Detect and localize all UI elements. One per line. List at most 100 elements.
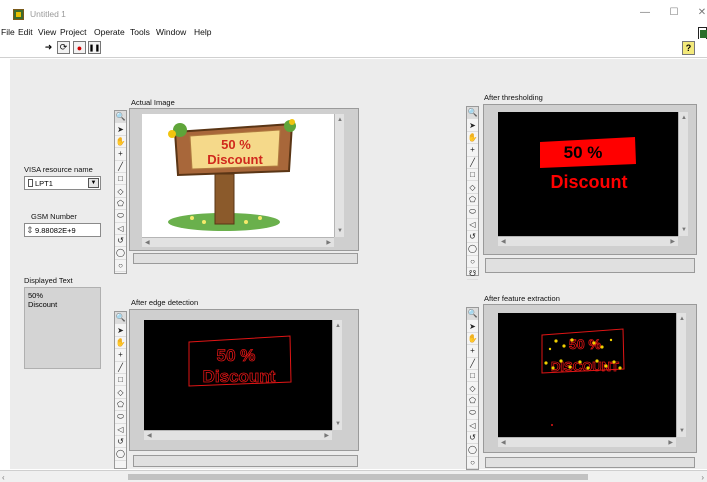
oval-tool-icon[interactable]: ◯: [115, 448, 126, 461]
crosshair-tool-icon[interactable]: +: [467, 345, 478, 358]
gsm-number-control[interactable]: ⇕ 9.88082E+9: [24, 223, 101, 237]
zoom-tool-icon[interactable]: 🔍: [467, 107, 478, 120]
circle-tool-icon[interactable]: ○: [467, 256, 478, 269]
vertical-scrollbar[interactable]: ▲ ▼: [676, 313, 686, 437]
io-icon: [28, 179, 33, 187]
image-tools-palette: 🔍 ➤ ✋ + ╱ □ ◇ ⬠ ⬭ ◁ ↺ ◯ ○ ☋: [466, 106, 479, 281]
horizontal-scrollbar[interactable]: ◀ ▶: [498, 236, 678, 246]
freehand-tool-icon[interactable]: ↺: [467, 432, 478, 445]
horizontal-scrollbar[interactable]: ◀ ▶: [498, 437, 676, 447]
zoom-tool-icon[interactable]: 🔍: [467, 308, 478, 321]
svg-text:Discount: Discount: [207, 152, 263, 167]
broken-line-tool-icon[interactable]: ◁: [115, 424, 126, 436]
menu-window[interactable]: Window: [156, 27, 186, 37]
pointer-tool-icon[interactable]: ➤: [467, 320, 478, 333]
menu-help[interactable]: Help: [194, 27, 211, 37]
broken-line-tool-icon[interactable]: ◁: [467, 219, 478, 231]
edge-image-frame: 50 % Discount ▲ ▼ ◀ ▶: [129, 309, 359, 451]
rectangle-tool-icon[interactable]: □: [467, 370, 478, 383]
line-tool-icon[interactable]: ╱: [467, 157, 478, 169]
horizontal-scrollbar[interactable]: ◀ ▶: [142, 237, 334, 247]
run-continuously-button[interactable]: ⟳: [57, 41, 70, 54]
pointer-tool-icon[interactable]: ➤: [115, 324, 126, 337]
polygon-tool-icon[interactable]: ⬠: [115, 399, 126, 412]
crosshair-tool-icon[interactable]: +: [467, 144, 478, 157]
oval-tool-icon[interactable]: ◯: [467, 444, 478, 457]
maximize-button[interactable]: ☐: [667, 6, 681, 20]
image-status-bar: [485, 457, 695, 468]
gsm-value: 9.88082E+9: [35, 226, 76, 235]
broken-line-tool-icon[interactable]: ◁: [467, 420, 478, 432]
rectangle-tool-icon[interactable]: □: [115, 374, 126, 387]
crosshair-tool-icon[interactable]: +: [115, 349, 126, 362]
menu-tools[interactable]: Tools: [130, 27, 150, 37]
circle-tool-icon[interactable]: ○: [467, 457, 478, 470]
pointer-tool-icon[interactable]: ➤: [467, 119, 478, 132]
line-tool-icon[interactable]: ╱: [115, 161, 126, 173]
feature-image-display[interactable]: 50 % DISCOUNT: [498, 313, 676, 437]
pan-tool-icon[interactable]: ✋: [467, 333, 478, 346]
pause-button[interactable]: ❚❚: [88, 41, 101, 54]
menu-edit[interactable]: Edit: [18, 27, 33, 37]
point-tool-icon[interactable]: ☋: [467, 268, 478, 281]
feature-image-frame: 50 % DISCOUNT ▲ ▼ ◀ ▶: [483, 304, 697, 453]
line-tool-icon[interactable]: ╱: [115, 362, 126, 374]
crosshair-tool-icon[interactable]: +: [115, 148, 126, 161]
polygon-tool-icon[interactable]: ⬠: [467, 395, 478, 408]
line-tool-icon[interactable]: ╱: [467, 358, 478, 370]
broken-line-tool-icon[interactable]: ◁: [115, 223, 126, 235]
rectangle-tool-icon[interactable]: □: [467, 169, 478, 182]
horizontal-scrollbar[interactable]: ◀ ▶: [144, 430, 332, 440]
menu-file[interactable]: File: [1, 27, 15, 37]
increment-decrement-icon[interactable]: ⇕: [26, 225, 34, 236]
rotated-rectangle-tool-icon[interactable]: ◇: [467, 181, 478, 194]
rotated-rectangle-tool-icon[interactable]: ◇: [467, 382, 478, 395]
actual-image-display[interactable]: 50 % Discount: [142, 114, 334, 237]
displayed-text-line: Discount: [28, 300, 58, 309]
pan-tool-icon[interactable]: ✋: [115, 136, 126, 149]
vertical-scrollbar[interactable]: ▲ ▼: [334, 114, 344, 237]
pan-tool-icon[interactable]: ✋: [467, 132, 478, 145]
rotated-rectangle-tool-icon[interactable]: ◇: [115, 185, 126, 198]
annulus-tool-icon[interactable]: ⬭: [115, 210, 126, 223]
zoom-tool-icon[interactable]: 🔍: [115, 312, 126, 325]
run-button[interactable]: ➜: [42, 41, 55, 54]
threshold-image-frame: 50 % Discount ▲ ▼ ◀ ▶: [483, 104, 697, 255]
displayed-text-indicator: 50% Discount: [24, 287, 101, 369]
context-help-button[interactable]: ?: [682, 41, 695, 55]
threshold-image-display[interactable]: 50 % Discount: [498, 112, 678, 236]
menu-operate[interactable]: Operate: [94, 27, 125, 37]
annulus-tool-icon[interactable]: ⬭: [467, 407, 478, 420]
freehand-tool-icon[interactable]: ↺: [467, 231, 478, 244]
menu-view[interactable]: View: [38, 27, 56, 37]
rectangle-tool-icon[interactable]: □: [115, 173, 126, 186]
rotated-rectangle-tool-icon[interactable]: ◇: [115, 386, 126, 399]
oval-tool-icon[interactable]: ◯: [467, 243, 478, 256]
annulus-tool-icon[interactable]: ⬭: [467, 206, 478, 219]
visa-resource-control[interactable]: LPT1 ▼: [24, 176, 101, 190]
vertical-scrollbar[interactable]: ▲ ▼: [678, 112, 688, 236]
annulus-tool-icon[interactable]: ⬭: [115, 411, 126, 424]
freehand-tool-icon[interactable]: ↺: [115, 436, 126, 449]
edge-detection-label: After edge detection: [131, 298, 199, 307]
polygon-tool-icon[interactable]: ⬠: [467, 194, 478, 207]
pointer-tool-icon[interactable]: ➤: [115, 123, 126, 136]
menu-project[interactable]: Project: [60, 27, 86, 37]
displayed-text-line: 50%: [28, 291, 44, 300]
vertical-scrollbar[interactable]: ▲ ▼: [332, 320, 342, 430]
edge-image-display[interactable]: 50 % Discount: [144, 320, 332, 430]
polygon-tool-icon[interactable]: ⬠: [115, 198, 126, 211]
pan-tool-icon[interactable]: ✋: [115, 337, 126, 350]
freehand-tool-icon[interactable]: ↺: [115, 235, 126, 248]
scroll-thumb[interactable]: [128, 474, 588, 480]
window-horizontal-scrollbar[interactable]: ‹ ›: [0, 470, 707, 482]
close-button[interactable]: ✕: [695, 6, 707, 20]
circle-tool-icon[interactable]: ○: [115, 260, 126, 273]
chevron-down-icon[interactable]: ▼: [88, 178, 99, 188]
zoom-tool-icon[interactable]: 🔍: [115, 111, 126, 124]
oval-tool-icon[interactable]: ◯: [115, 247, 126, 260]
abort-button[interactable]: ●: [73, 41, 86, 54]
title-bar: Untitled 1 — ☐ ✕: [0, 0, 707, 26]
scroll-left-icon: ‹: [2, 473, 5, 482]
minimize-button[interactable]: —: [638, 6, 652, 20]
